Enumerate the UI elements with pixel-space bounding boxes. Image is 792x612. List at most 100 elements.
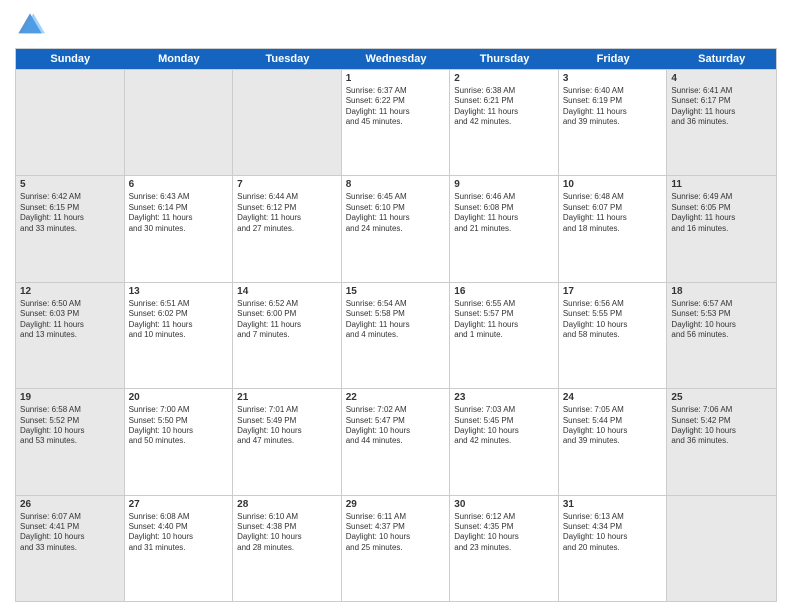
header-day-wednesday: Wednesday — [342, 49, 451, 69]
day-cell-24: 24 Sunrise: 7:05 AM Sunset: 5:44 PM Dayli… — [559, 389, 668, 494]
day-number: 19 — [20, 392, 120, 403]
day-info: Sunrise: 7:03 AM Sunset: 5:45 PM Dayligh… — [454, 405, 554, 447]
day-number: 5 — [20, 179, 120, 190]
day-cell-2: 2Sunrise: 6:38 AM Sunset: 6:21 PM Daylig… — [450, 70, 559, 175]
day-number: 2 — [454, 73, 554, 84]
week-row-2: 5Sunrise: 6:42 AM Sunset: 6:15 PM Daylig… — [16, 175, 776, 281]
day-number: 8 — [346, 179, 446, 190]
day-info: Sunrise: 6:57 AM Sunset: 5:53 PM Dayligh… — [671, 299, 772, 341]
day-number: 18 — [671, 286, 772, 297]
header-day-sunday: Sunday — [16, 49, 125, 69]
day-cell-29: 29 Sunrise: 6:11 AM Sunset: 4:37 PM Dayli… — [342, 496, 451, 601]
day-info: Sunrise: 6:12 AM Sunset: 4:35 PM Dayligh… — [454, 512, 554, 554]
day-cell-18: 18 Sunrise: 6:57 AM Sunset: 5:53 PM Dayli… — [667, 283, 776, 388]
day-number: 4 — [671, 73, 772, 84]
day-info: Sunrise: 6:11 AM Sunset: 4:37 PM Dayligh… — [346, 512, 446, 554]
empty-cell-0-0 — [16, 70, 125, 175]
day-info: Sunrise: 6:54 AM Sunset: 5:58 PM Dayligh… — [346, 299, 446, 341]
header-day-thursday: Thursday — [450, 49, 559, 69]
day-number: 10 — [563, 179, 663, 190]
day-info: Sunrise: 6:46 AM Sunset: 6:08 PM Dayligh… — [454, 192, 554, 234]
day-cell-31: 31Sunrise: 6:13 AM Sunset: 4:34 PM Dayli… — [559, 496, 668, 601]
day-number: 15 — [346, 286, 446, 297]
empty-cell-0-1 — [125, 70, 234, 175]
day-number: 30 — [454, 499, 554, 510]
page: SundayMondayTuesdayWednesdayThursdayFrid… — [0, 0, 792, 612]
day-cell-19: 19 Sunrise: 6:58 AM Sunset: 5:52 PM Dayli… — [16, 389, 125, 494]
day-number: 26 — [20, 499, 120, 510]
day-info: Sunrise: 6:08 AM Sunset: 4:40 PM Dayligh… — [129, 512, 229, 554]
day-info: Sunrise: 7:01 AM Sunset: 5:49 PM Dayligh… — [237, 405, 337, 447]
day-cell-7: 7Sunrise: 6:44 AM Sunset: 6:12 PM Daylig… — [233, 176, 342, 281]
day-info: Sunrise: 6:55 AM Sunset: 5:57 PM Dayligh… — [454, 299, 554, 341]
logo-icon — [15, 10, 45, 40]
header — [15, 10, 777, 40]
day-cell-25: 25 Sunrise: 7:06 AM Sunset: 5:42 PM Dayli… — [667, 389, 776, 494]
day-number: 22 — [346, 392, 446, 403]
day-info: Sunrise: 6:49 AM Sunset: 6:05 PM Dayligh… — [671, 192, 772, 234]
week-row-3: 12 Sunrise: 6:50 AM Sunset: 6:03 PM Dayli… — [16, 282, 776, 388]
day-info: Sunrise: 6:10 AM Sunset: 4:38 PM Dayligh… — [237, 512, 337, 554]
calendar: SundayMondayTuesdayWednesdayThursdayFrid… — [15, 48, 777, 602]
day-info: Sunrise: 6:50 AM Sunset: 6:03 PM Dayligh… — [20, 299, 120, 341]
day-cell-5: 5Sunrise: 6:42 AM Sunset: 6:15 PM Daylig… — [16, 176, 125, 281]
day-info: Sunrise: 6:43 AM Sunset: 6:14 PM Dayligh… — [129, 192, 229, 234]
day-cell-10: 10 Sunrise: 6:48 AM Sunset: 6:07 PM Dayli… — [559, 176, 668, 281]
day-cell-27: 27 Sunrise: 6:08 AM Sunset: 4:40 PM Dayli… — [125, 496, 234, 601]
day-info: Sunrise: 7:02 AM Sunset: 5:47 PM Dayligh… — [346, 405, 446, 447]
day-number: 1 — [346, 73, 446, 84]
day-number: 13 — [129, 286, 229, 297]
day-cell-26: 26 Sunrise: 6:07 AM Sunset: 4:41 PM Dayli… — [16, 496, 125, 601]
day-cell-22: 22 Sunrise: 7:02 AM Sunset: 5:47 PM Dayli… — [342, 389, 451, 494]
day-cell-20: 20Sunrise: 7:00 AM Sunset: 5:50 PM Dayli… — [125, 389, 234, 494]
day-cell-6: 6Sunrise: 6:43 AM Sunset: 6:14 PM Daylig… — [125, 176, 234, 281]
day-number: 27 — [129, 499, 229, 510]
week-row-5: 26 Sunrise: 6:07 AM Sunset: 4:41 PM Dayli… — [16, 495, 776, 601]
day-cell-1: 1 Sunrise: 6:37 AM Sunset: 6:22 PM Daylig… — [342, 70, 451, 175]
day-info: Sunrise: 6:40 AM Sunset: 6:19 PM Dayligh… — [563, 86, 663, 128]
day-info: Sunrise: 6:51 AM Sunset: 6:02 PM Dayligh… — [129, 299, 229, 341]
day-info: Sunrise: 6:48 AM Sunset: 6:07 PM Dayligh… — [563, 192, 663, 234]
day-cell-8: 8 Sunrise: 6:45 AM Sunset: 6:10 PM Daylig… — [342, 176, 451, 281]
day-cell-4: 4 Sunrise: 6:41 AM Sunset: 6:17 PM Daylig… — [667, 70, 776, 175]
day-info: Sunrise: 6:58 AM Sunset: 5:52 PM Dayligh… — [20, 405, 120, 447]
day-number: 24 — [563, 392, 663, 403]
day-cell-9: 9 Sunrise: 6:46 AM Sunset: 6:08 PM Daylig… — [450, 176, 559, 281]
day-number: 25 — [671, 392, 772, 403]
day-number: 20 — [129, 392, 229, 403]
header-day-tuesday: Tuesday — [233, 49, 342, 69]
day-info: Sunrise: 6:41 AM Sunset: 6:17 PM Dayligh… — [671, 86, 772, 128]
day-number: 11 — [671, 179, 772, 190]
calendar-header: SundayMondayTuesdayWednesdayThursdayFrid… — [16, 49, 776, 69]
day-info: Sunrise: 6:44 AM Sunset: 6:12 PM Dayligh… — [237, 192, 337, 234]
day-info: Sunrise: 6:52 AM Sunset: 6:00 PM Dayligh… — [237, 299, 337, 341]
header-day-friday: Friday — [559, 49, 668, 69]
day-cell-12: 12 Sunrise: 6:50 AM Sunset: 6:03 PM Dayli… — [16, 283, 125, 388]
header-day-saturday: Saturday — [667, 49, 776, 69]
day-number: 16 — [454, 286, 554, 297]
day-info: Sunrise: 7:05 AM Sunset: 5:44 PM Dayligh… — [563, 405, 663, 447]
day-number: 28 — [237, 499, 337, 510]
day-number: 3 — [563, 73, 663, 84]
day-number: 23 — [454, 392, 554, 403]
day-number: 9 — [454, 179, 554, 190]
day-number: 31 — [563, 499, 663, 510]
day-info: Sunrise: 6:37 AM Sunset: 6:22 PM Dayligh… — [346, 86, 446, 128]
day-number: 29 — [346, 499, 446, 510]
empty-cell-4-6 — [667, 496, 776, 601]
empty-cell-0-2 — [233, 70, 342, 175]
day-cell-23: 23 Sunrise: 7:03 AM Sunset: 5:45 PM Dayli… — [450, 389, 559, 494]
day-number: 21 — [237, 392, 337, 403]
day-info: Sunrise: 6:56 AM Sunset: 5:55 PM Dayligh… — [563, 299, 663, 341]
day-info: Sunrise: 7:06 AM Sunset: 5:42 PM Dayligh… — [671, 405, 772, 447]
header-day-monday: Monday — [125, 49, 234, 69]
logo — [15, 10, 49, 40]
day-number: 14 — [237, 286, 337, 297]
day-cell-17: 17Sunrise: 6:56 AM Sunset: 5:55 PM Dayli… — [559, 283, 668, 388]
day-info: Sunrise: 6:45 AM Sunset: 6:10 PM Dayligh… — [346, 192, 446, 234]
day-cell-16: 16 Sunrise: 6:55 AM Sunset: 5:57 PM Dayli… — [450, 283, 559, 388]
day-number: 12 — [20, 286, 120, 297]
day-cell-21: 21 Sunrise: 7:01 AM Sunset: 5:49 PM Dayli… — [233, 389, 342, 494]
week-row-4: 19 Sunrise: 6:58 AM Sunset: 5:52 PM Dayli… — [16, 388, 776, 494]
day-info: Sunrise: 6:07 AM Sunset: 4:41 PM Dayligh… — [20, 512, 120, 554]
